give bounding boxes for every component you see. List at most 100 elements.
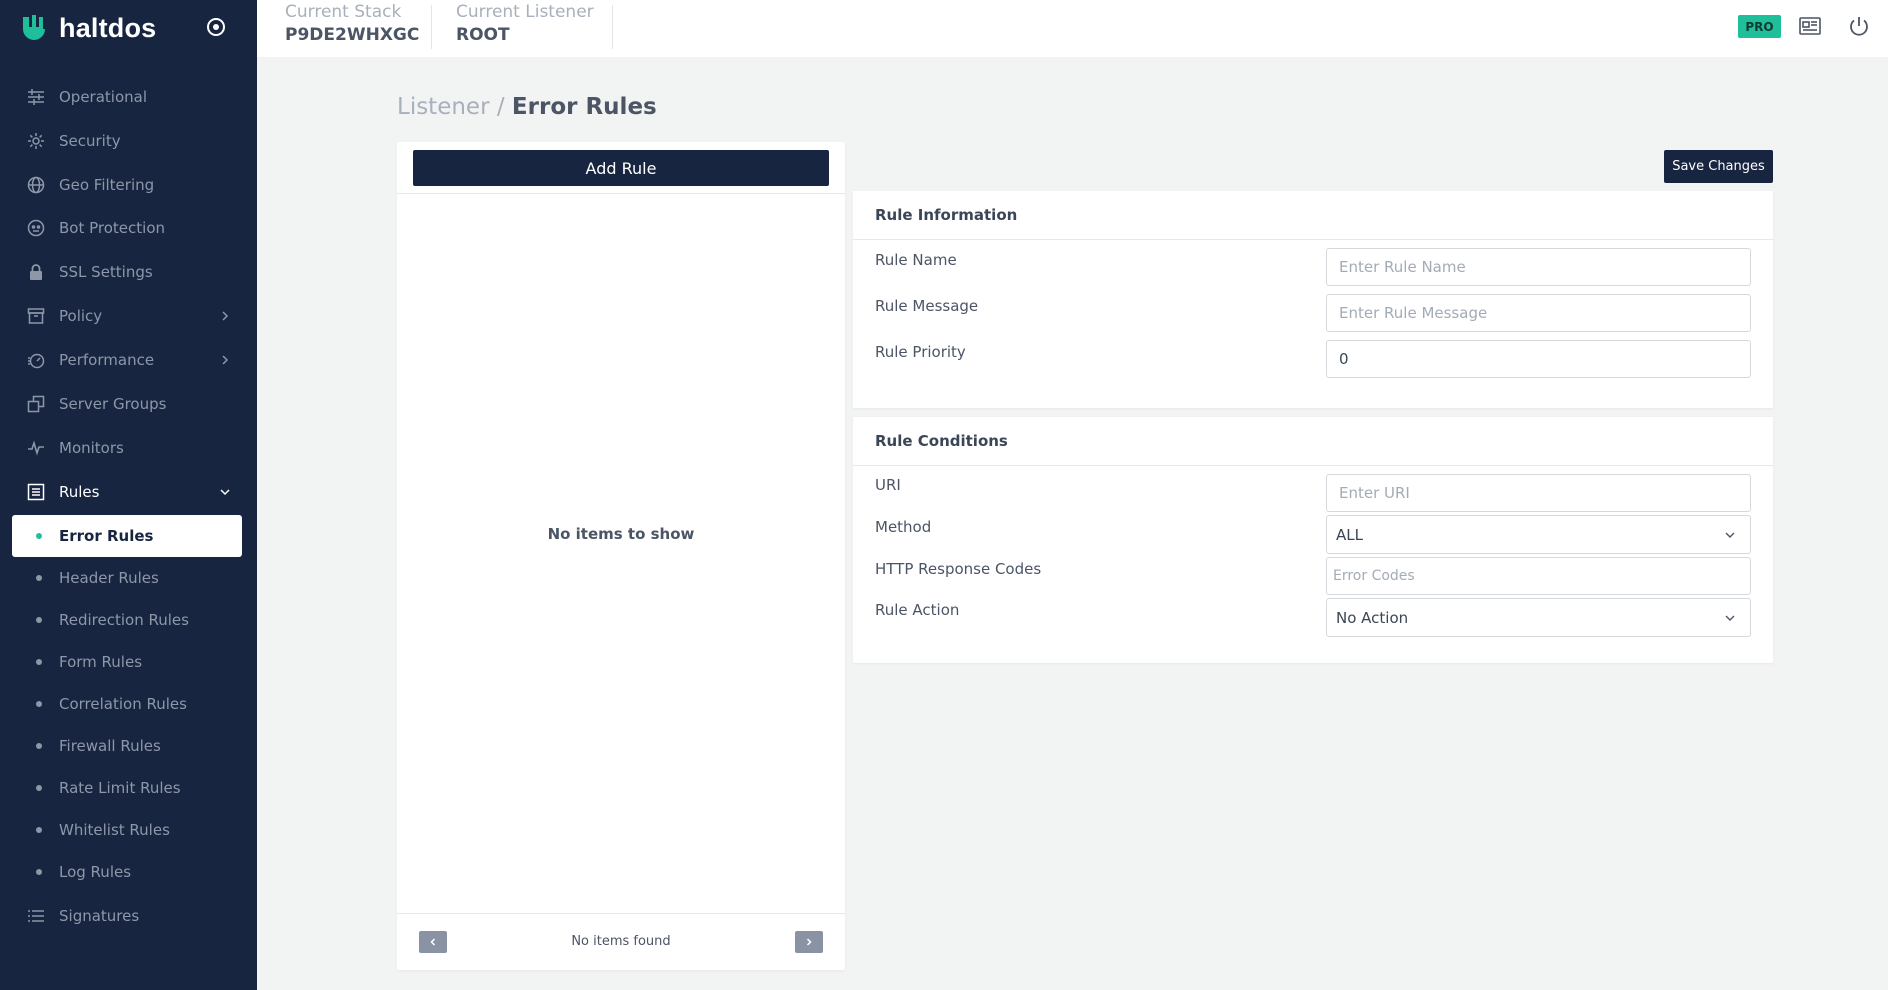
current-stack[interactable]: Current Stack P9DE2WHXGC (285, 2, 419, 45)
rule-list-panel: Add Rule No items to show No items found (397, 142, 845, 970)
sidebar-subitem-whitelist-rules[interactable]: Whitelist Rules (12, 809, 242, 851)
sidebar-subitem-correlation-rules[interactable]: Correlation Rules (12, 683, 242, 725)
section-title: Rule Conditions (875, 432, 1008, 450)
sidebar-item-geo-filtering[interactable]: Geo Filtering (0, 165, 257, 205)
bullet-icon (36, 827, 42, 833)
globe-icon (27, 176, 45, 194)
rule-conditions-card: Rule Conditions URI Method ALL HTTP Resp… (853, 417, 1773, 663)
topbar: Current Stack P9DE2WHXGC Current Listene… (257, 0, 1888, 57)
sidebar-subitem-log-rules[interactable]: Log Rules (12, 851, 242, 893)
rule-message-label: Rule Message (875, 297, 979, 315)
sidebar-subitem-redirection-rules[interactable]: Redirection Rules (12, 599, 242, 641)
sidebar-subitem-label: Whitelist Rules (59, 821, 170, 839)
bullet-icon (36, 617, 42, 623)
sidebar-subitem-form-rules[interactable]: Form Rules (12, 641, 242, 683)
method-select[interactable]: ALL (1326, 515, 1751, 554)
sidebar-item-label: Performance (59, 351, 155, 369)
bullet-icon (36, 869, 42, 875)
brand-logo[interactable]: haltdos (22, 10, 156, 46)
robot-icon (27, 219, 45, 237)
sidebar-item-security[interactable]: Security (0, 121, 257, 161)
lock-icon (30, 264, 42, 280)
bullet-icon (36, 785, 42, 791)
rule-action-label: Rule Action (875, 601, 960, 619)
haltdos-logo-icon (23, 15, 45, 40)
sidebar-item-ssl-settings[interactable]: SSL Settings (0, 252, 257, 292)
sidebar-item-monitors[interactable]: Monitors (0, 428, 257, 468)
pager-status: No items found (571, 934, 671, 949)
current-listener-value: ROOT (456, 25, 510, 45)
sidebar-item-label: Server Groups (59, 395, 167, 413)
list-icon (27, 483, 45, 501)
sidebar-item-server-groups[interactable]: Server Groups (0, 384, 257, 424)
divider (397, 913, 845, 914)
sidebar-subitem-label: Header Rules (59, 569, 159, 587)
sidebar-subitem-error-rules[interactable]: Error Rules (12, 515, 242, 557)
chevron-down-icon (1725, 615, 1735, 621)
sidebar-subitem-label: Redirection Rules (59, 611, 189, 629)
chevron-down-icon (1725, 532, 1735, 538)
breadcrumb-parent[interactable]: Listener (397, 94, 490, 120)
bullet-icon (36, 575, 42, 581)
divider (431, 5, 432, 49)
rule-information-card: Rule Information Rule Name Rule Message … (853, 191, 1773, 408)
uri-label: URI (875, 476, 901, 494)
section-title: Rule Information (875, 206, 1018, 224)
sliders-icon (28, 89, 44, 105)
current-listener-label: Current Listener (456, 2, 594, 22)
uri-input[interactable] (1326, 474, 1751, 512)
rule-message-input[interactable] (1326, 294, 1751, 332)
page-title: Error Rules (511, 94, 657, 120)
bullet-icon (36, 743, 42, 749)
rule-action-select[interactable]: No Action (1326, 598, 1751, 637)
save-changes-button[interactable]: Save Changes (1664, 150, 1773, 183)
sidebar-subitem-label: Error Rules (59, 527, 154, 545)
error-codes-input[interactable] (1326, 557, 1751, 595)
rule-priority-label: Rule Priority (875, 343, 966, 361)
list-lines-icon (28, 910, 44, 922)
current-stack-value: P9DE2WHXGC (285, 25, 420, 45)
pro-badge: PRO (1738, 15, 1781, 38)
sidebar-item-policy[interactable]: Policy (0, 296, 257, 336)
next-page-button[interactable] (795, 931, 823, 953)
pulse-icon (28, 440, 44, 456)
divider (853, 239, 1773, 240)
sidebar-subitem-label: Correlation Rules (59, 695, 187, 713)
empty-state-message: No items to show (547, 525, 695, 543)
sidebar-item-label: Bot Protection (59, 219, 166, 237)
current-stack-label: Current Stack (285, 2, 402, 22)
sidebar-item-label: SSL Settings (59, 263, 153, 281)
sidebar-item-performance[interactable]: Performance (0, 340, 257, 380)
sidebar-subitem-header-rules[interactable]: Header Rules (12, 557, 242, 599)
bullet-icon (36, 701, 42, 707)
method-label: Method (875, 518, 932, 536)
rule-action-selected-value: No Action (1336, 608, 1409, 627)
sidebar-subitem-label: Firewall Rules (59, 737, 161, 755)
divider (612, 5, 613, 49)
divider (853, 465, 1773, 466)
sidebar-item-operational[interactable]: Operational (0, 77, 257, 117)
archive-icon (27, 308, 45, 324)
sidebar-item-bot-protection[interactable]: Bot Protection (0, 208, 257, 248)
target-icon[interactable] (206, 17, 226, 37)
chevron-right-icon (222, 355, 229, 365)
chevron-right-icon (806, 938, 812, 946)
add-rule-button[interactable]: Add Rule (413, 150, 829, 186)
sidebar-subitem-rate-limit-rules[interactable]: Rate Limit Rules (12, 767, 242, 809)
sidebar-item-rules[interactable]: Rules (0, 472, 257, 512)
breadcrumb-separator: / (496, 94, 505, 120)
gear-icon (28, 133, 44, 149)
chevron-down-icon (220, 489, 230, 496)
sidebar-subitem-firewall-rules[interactable]: Firewall Rules (12, 725, 242, 767)
sidebar-subitem-label: Rate Limit Rules (59, 779, 181, 797)
sidebar-item-label: Operational (59, 88, 148, 106)
rule-priority-input[interactable] (1326, 340, 1751, 378)
brand-name: haltdos (59, 12, 157, 43)
sidebar-item-signatures[interactable]: Signatures (0, 896, 257, 936)
rule-name-input[interactable] (1326, 248, 1751, 286)
power-icon[interactable] (1847, 14, 1871, 38)
sidebar-item-label: Monitors (59, 439, 124, 457)
current-listener[interactable]: Current Listener ROOT (456, 2, 594, 45)
news-icon[interactable] (1798, 14, 1822, 38)
sidebar-item-label: Policy (59, 307, 103, 325)
